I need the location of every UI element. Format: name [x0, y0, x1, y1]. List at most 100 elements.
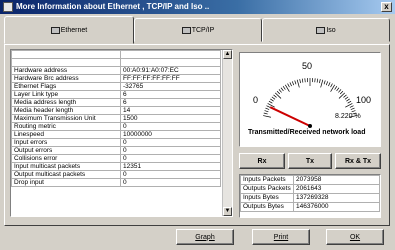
- gauge-tick: [278, 89, 282, 93]
- table-row: Input multicast packets 12351: [11, 162, 221, 171]
- gauge-tick: [301, 78, 304, 83]
- gauge-tick: [273, 94, 277, 98]
- stat-name: Inputs Packets: [240, 175, 294, 185]
- gauge-tick: [270, 98, 274, 102]
- table-row: Input errors 0: [11, 138, 221, 147]
- network-load-gauge: 0 50 100 8.220 % Transmitted/Received ne…: [239, 52, 381, 147]
- gauge-tick: [347, 100, 352, 104]
- table-row: Inputs Packets 2073958: [240, 175, 380, 185]
- property-name: Drop input: [11, 178, 121, 187]
- stat-name: Outputs Packets: [240, 184, 294, 194]
- gauge-tick: [350, 107, 355, 110]
- stats-grid: Inputs Packets 2073958 Outputs Packets 206…: [240, 175, 380, 212]
- gauge-tick: [328, 82, 331, 87]
- ok-button[interactable]: OK: [326, 229, 384, 245]
- table-row: Output multicast packets 0: [11, 170, 221, 179]
- gauge-tick: [339, 90, 344, 95]
- table-header-row: [11, 50, 221, 59]
- property-value: 0: [120, 178, 221, 187]
- property-value: 6: [120, 98, 221, 107]
- table-row: Media address length 6: [11, 98, 221, 107]
- rx-button[interactable]: Rx: [239, 153, 285, 169]
- blank-cell: [11, 58, 121, 67]
- table-row: Hardware Brc address FF:FF:FF:FF:FF:FF: [11, 74, 221, 83]
- property-value: 0: [120, 170, 221, 179]
- property-value: 6: [120, 90, 221, 99]
- table-row: Drop input 0: [11, 178, 221, 187]
- window-title: More Information about Ethernet , TCP/IP…: [16, 2, 210, 11]
- title-bar[interactable]: More Information about Ethernet , TCP/IP…: [0, 0, 395, 14]
- property-value: 0: [120, 154, 221, 163]
- print-button[interactable]: Print: [252, 229, 310, 245]
- gauge-tick: [338, 92, 346, 99]
- gauge-tick-label-100: 100: [356, 95, 371, 105]
- scroll-up-arrow-icon[interactable]: ▲: [223, 50, 232, 59]
- gauge-tick: [343, 94, 347, 98]
- tab-ethernet[interactable]: Ethernet: [4, 16, 134, 44]
- property-name: Hardware address: [11, 66, 121, 75]
- vertical-scrollbar[interactable]: ▲ ▼: [222, 50, 232, 216]
- table-row: Media header length 14: [11, 106, 221, 115]
- gauge-tick: [287, 83, 290, 88]
- gauge-tick-label-50: 50: [302, 61, 312, 71]
- rx-tx-button[interactable]: Rx & Tx: [335, 153, 381, 169]
- property-value: 0: [120, 146, 221, 155]
- gauge-tick: [336, 87, 340, 92]
- gauge-tick: [323, 80, 326, 85]
- property-value: 10000000: [120, 130, 221, 139]
- table-row: Hardware address 00:A0:91:A0:07:EC: [11, 66, 221, 75]
- property-name: Output multicast packets: [11, 170, 121, 179]
- tx-button[interactable]: Tx: [288, 153, 332, 169]
- tab-tcpip[interactable]: TCP/IP: [134, 18, 262, 42]
- property-name: Output errors: [11, 146, 121, 155]
- gauge-tick: [351, 110, 356, 113]
- tab-strip: Ethernet TCP/IP Iso: [4, 16, 390, 44]
- gauge-tick: [274, 92, 282, 99]
- gauge-tick: [325, 81, 329, 86]
- property-value: 14: [120, 106, 221, 115]
- property-name: Layer Link type: [11, 90, 121, 99]
- table-row: Output errors 0: [11, 146, 221, 155]
- gauge-tick: [294, 80, 297, 85]
- table-row: Maximum Transmission Unit 1500: [11, 114, 221, 123]
- gauge-tick: [319, 79, 321, 84]
- gauge-tick-label-0: 0: [253, 95, 258, 105]
- gauge-pivot: [308, 124, 312, 128]
- gauge-tick: [349, 105, 354, 108]
- gauge-tick: [346, 98, 350, 102]
- gauge-tick: [276, 90, 281, 95]
- gauge-tick: [263, 112, 268, 115]
- tab-label: TCP/IP: [191, 26, 215, 34]
- scroll-down-arrow-icon[interactable]: ▼: [223, 207, 232, 216]
- gauge-tick: [266, 105, 271, 108]
- property-value: -32765: [120, 82, 221, 91]
- property-name: Maximum Transmission Unit: [11, 114, 121, 123]
- gauge-tick: [289, 82, 292, 87]
- app-icon: [3, 2, 13, 12]
- gauge-tick: [271, 96, 276, 100]
- property-name: Collisions error: [11, 154, 121, 163]
- gauge-tick: [263, 115, 272, 118]
- tab-iso[interactable]: Iso: [262, 18, 390, 42]
- gauge-tick: [316, 78, 319, 83]
- table-row: Routing metric 0: [11, 122, 221, 131]
- graph-button[interactable]: Graph: [176, 229, 234, 245]
- load-percent: 8.220 %: [335, 113, 361, 120]
- header-cell: [11, 50, 121, 59]
- gauge-tick: [282, 86, 286, 90]
- close-button[interactable]: x: [381, 2, 392, 12]
- property-name: Media header length: [11, 106, 121, 115]
- stat-value: 2061643: [293, 184, 380, 194]
- property-name: Routing metric: [11, 122, 121, 131]
- gauge-tick: [334, 86, 338, 90]
- properties-table[interactable]: Hardware address 00:A0:91:A0:07:EC Hardwa…: [10, 49, 233, 217]
- graph-label: Graph: [195, 233, 215, 241]
- properties-grid: Hardware address 00:A0:91:A0:07:EC Hardwa…: [11, 50, 221, 187]
- blank-cell: [120, 58, 221, 67]
- ok-label: OK: [349, 233, 361, 241]
- property-name: Ethernet Flags: [11, 82, 121, 91]
- gauge-tick: [291, 81, 295, 86]
- network-card-icon: [181, 26, 191, 34]
- gauge-needle: [269, 106, 311, 127]
- property-name: Input errors: [11, 138, 121, 147]
